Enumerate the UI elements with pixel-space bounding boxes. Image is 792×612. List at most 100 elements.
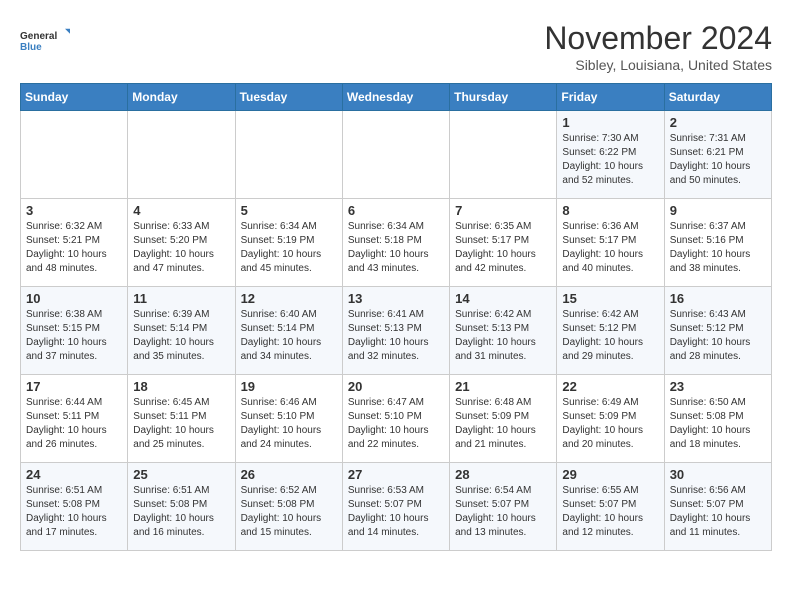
day-number: 7 (455, 203, 551, 218)
calendar-day-cell: 12 Sunrise: 6:40 AM Sunset: 5:14 PM Dayli… (235, 287, 342, 375)
day-number: 3 (26, 203, 122, 218)
calendar-day-cell: 25Sunrise: 6:51 AM Sunset: 5:08 PM Dayli… (128, 463, 235, 551)
day-number: 14 (455, 291, 551, 306)
day-info: Sunrise: 6:54 AM Sunset: 5:07 PM Dayligh… (455, 484, 551, 540)
calendar-week-row: 17Sunrise: 6:44 AM Sunset: 5:11 PM Dayli… (21, 375, 772, 463)
location-subtitle: Sibley, Louisiana, United States (544, 57, 772, 73)
logo: General Blue (20, 20, 70, 60)
calendar-day-cell: 6Sunrise: 6:34 AM Sunset: 5:18 PM Daylig… (342, 199, 449, 287)
calendar-day-cell (342, 111, 449, 199)
day-number: 9 (670, 203, 766, 218)
calendar-day-cell (450, 111, 557, 199)
calendar-day-cell: 21Sunrise: 6:48 AM Sunset: 5:09 PM Dayli… (450, 375, 557, 463)
month-title: November 2024 (544, 20, 772, 57)
day-number: 1 (562, 115, 658, 130)
day-of-week-header: Saturday (664, 84, 771, 111)
day-info: Sunrise: 6:51 AM Sunset: 5:08 PM Dayligh… (133, 484, 229, 540)
calendar-day-cell: 3 Sunrise: 6:32 AM Sunset: 5:21 PM Daylig… (21, 199, 128, 287)
day-info: Sunrise: 6:37 AM Sunset: 5:16 PM Dayligh… (670, 220, 766, 276)
day-info: Sunrise: 6:39 AM Sunset: 5:14 PM Dayligh… (133, 308, 229, 364)
day-number: 29 (562, 467, 658, 482)
calendar-day-cell: 13 Sunrise: 6:41 AM Sunset: 5:13 PM Dayli… (342, 287, 449, 375)
calendar-day-cell: 8Sunrise: 6:36 AM Sunset: 5:17 PM Daylig… (557, 199, 664, 287)
day-info: Sunrise: 6:34 AM Sunset: 5:19 PM Dayligh… (241, 220, 337, 276)
day-of-week-header: Tuesday (235, 84, 342, 111)
calendar-day-cell: 16 Sunrise: 6:43 AM Sunset: 5:12 PM Dayli… (664, 287, 771, 375)
day-info: Sunrise: 6:47 AM Sunset: 5:10 PM Dayligh… (348, 396, 444, 452)
day-info: Sunrise: 6:32 AM Sunset: 5:21 PM Dayligh… (26, 220, 122, 276)
calendar-day-cell: 9 Sunrise: 6:37 AM Sunset: 5:16 PM Daylig… (664, 199, 771, 287)
day-info: Sunrise: 6:51 AM Sunset: 5:08 PM Dayligh… (26, 484, 122, 540)
calendar-day-cell (235, 111, 342, 199)
calendar-week-row: 24 Sunrise: 6:51 AM Sunset: 5:08 PM Dayli… (21, 463, 772, 551)
calendar-day-cell: 30 Sunrise: 6:56 AM Sunset: 5:07 PM Dayli… (664, 463, 771, 551)
day-info: Sunrise: 6:49 AM Sunset: 5:09 PM Dayligh… (562, 396, 658, 452)
calendar-day-cell (128, 111, 235, 199)
day-number: 15 (562, 291, 658, 306)
calendar-day-cell: 26 Sunrise: 6:52 AM Sunset: 5:08 PM Dayli… (235, 463, 342, 551)
svg-text:Blue: Blue (20, 42, 42, 53)
day-info: Sunrise: 6:40 AM Sunset: 5:14 PM Dayligh… (241, 308, 337, 364)
day-info: Sunrise: 6:48 AM Sunset: 5:09 PM Dayligh… (455, 396, 551, 452)
day-info: Sunrise: 6:38 AM Sunset: 5:15 PM Dayligh… (26, 308, 122, 364)
day-info: Sunrise: 6:41 AM Sunset: 5:13 PM Dayligh… (348, 308, 444, 364)
day-info: Sunrise: 7:30 AM Sunset: 6:22 PM Dayligh… (562, 132, 658, 188)
day-info: Sunrise: 6:52 AM Sunset: 5:08 PM Dayligh… (241, 484, 337, 540)
day-number: 12 (241, 291, 337, 306)
day-number: 16 (670, 291, 766, 306)
day-info: Sunrise: 6:33 AM Sunset: 5:20 PM Dayligh… (133, 220, 229, 276)
calendar-table: SundayMondayTuesdayWednesdayThursdayFrid… (20, 83, 772, 551)
day-number: 4 (133, 203, 229, 218)
day-info: Sunrise: 6:35 AM Sunset: 5:17 PM Dayligh… (455, 220, 551, 276)
calendar-day-cell: 29Sunrise: 6:55 AM Sunset: 5:07 PM Dayli… (557, 463, 664, 551)
day-number: 13 (348, 291, 444, 306)
page-header: General Blue November 2024 Sibley, Louis… (20, 20, 772, 73)
calendar-day-cell: 10 Sunrise: 6:38 AM Sunset: 5:15 PM Dayli… (21, 287, 128, 375)
day-number: 10 (26, 291, 122, 306)
day-info: Sunrise: 6:43 AM Sunset: 5:12 PM Dayligh… (670, 308, 766, 364)
day-of-week-header: Friday (557, 84, 664, 111)
calendar-header-row: SundayMondayTuesdayWednesdayThursdayFrid… (21, 84, 772, 111)
day-info: Sunrise: 6:42 AM Sunset: 5:12 PM Dayligh… (562, 308, 658, 364)
day-info: Sunrise: 6:45 AM Sunset: 5:11 PM Dayligh… (133, 396, 229, 452)
title-block: November 2024 Sibley, Louisiana, United … (544, 20, 772, 73)
day-of-week-header: Monday (128, 84, 235, 111)
day-number: 5 (241, 203, 337, 218)
day-number: 20 (348, 379, 444, 394)
calendar-week-row: 1 Sunrise: 7:30 AM Sunset: 6:22 PM Daylig… (21, 111, 772, 199)
calendar-week-row: 3 Sunrise: 6:32 AM Sunset: 5:21 PM Daylig… (21, 199, 772, 287)
calendar-day-cell: 5 Sunrise: 6:34 AM Sunset: 5:19 PM Daylig… (235, 199, 342, 287)
day-number: 22 (562, 379, 658, 394)
day-number: 17 (26, 379, 122, 394)
calendar-day-cell: 22 Sunrise: 6:49 AM Sunset: 5:09 PM Dayli… (557, 375, 664, 463)
day-info: Sunrise: 6:56 AM Sunset: 5:07 PM Dayligh… (670, 484, 766, 540)
calendar-day-cell: 24 Sunrise: 6:51 AM Sunset: 5:08 PM Dayli… (21, 463, 128, 551)
day-number: 6 (348, 203, 444, 218)
day-number: 24 (26, 467, 122, 482)
day-number: 23 (670, 379, 766, 394)
day-number: 8 (562, 203, 658, 218)
svg-text:General: General (20, 31, 57, 42)
day-number: 11 (133, 291, 229, 306)
day-number: 30 (670, 467, 766, 482)
calendar-day-cell: 2Sunrise: 7:31 AM Sunset: 6:21 PM Daylig… (664, 111, 771, 199)
day-number: 26 (241, 467, 337, 482)
calendar-day-cell: 1 Sunrise: 7:30 AM Sunset: 6:22 PM Daylig… (557, 111, 664, 199)
day-number: 2 (670, 115, 766, 130)
day-info: Sunrise: 6:46 AM Sunset: 5:10 PM Dayligh… (241, 396, 337, 452)
day-info: Sunrise: 6:50 AM Sunset: 5:08 PM Dayligh… (670, 396, 766, 452)
calendar-week-row: 10 Sunrise: 6:38 AM Sunset: 5:15 PM Dayli… (21, 287, 772, 375)
day-number: 27 (348, 467, 444, 482)
logo-svg: General Blue (20, 20, 70, 60)
day-of-week-header: Wednesday (342, 84, 449, 111)
day-info: Sunrise: 6:53 AM Sunset: 5:07 PM Dayligh… (348, 484, 444, 540)
day-of-week-header: Sunday (21, 84, 128, 111)
day-number: 19 (241, 379, 337, 394)
calendar-day-cell: 18 Sunrise: 6:45 AM Sunset: 5:11 PM Dayli… (128, 375, 235, 463)
calendar-day-cell: 4 Sunrise: 6:33 AM Sunset: 5:20 PM Daylig… (128, 199, 235, 287)
calendar-day-cell: 27 Sunrise: 6:53 AM Sunset: 5:07 PM Dayli… (342, 463, 449, 551)
calendar-day-cell: 15 Sunrise: 6:42 AM Sunset: 5:12 PM Dayli… (557, 287, 664, 375)
calendar-day-cell: 20 Sunrise: 6:47 AM Sunset: 5:10 PM Dayli… (342, 375, 449, 463)
day-number: 28 (455, 467, 551, 482)
day-number: 18 (133, 379, 229, 394)
